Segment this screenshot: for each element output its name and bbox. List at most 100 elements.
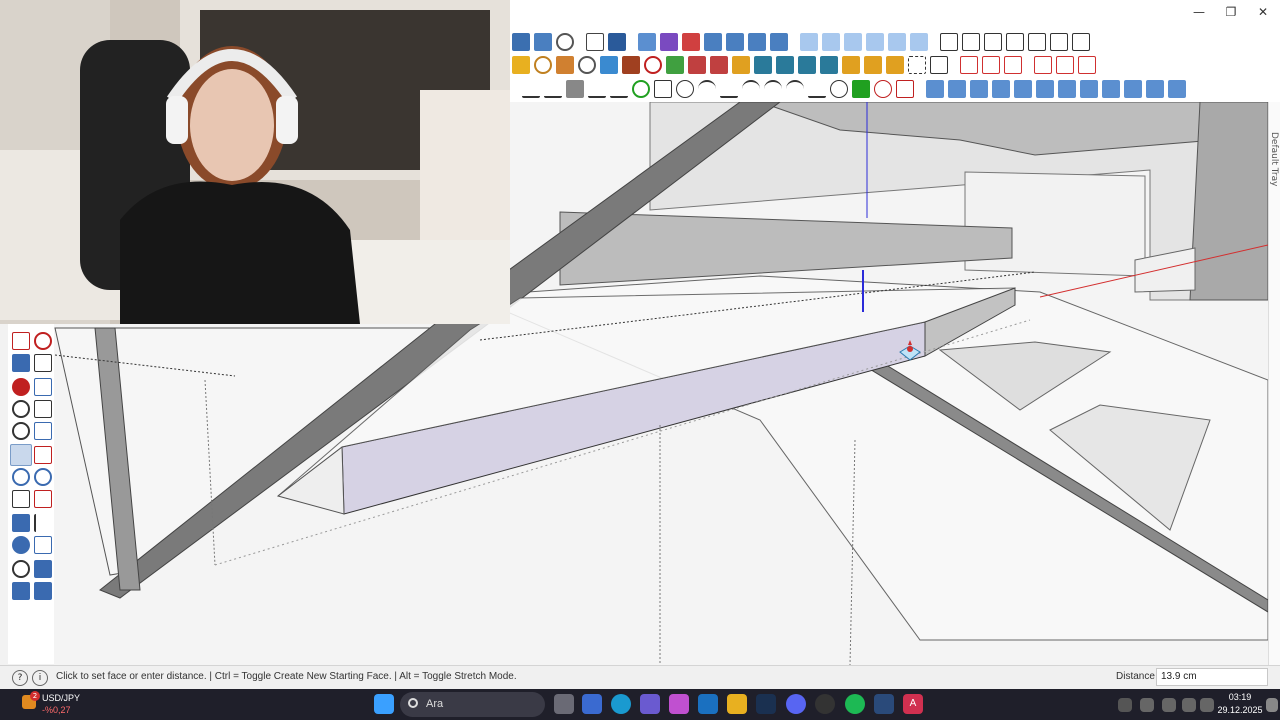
zoom-tool-icon[interactable] (12, 468, 30, 486)
intersect-icon-1[interactable] (960, 56, 978, 74)
position-camera-icon[interactable] (12, 514, 30, 532)
view-front-icon[interactable] (770, 33, 788, 51)
cube-icon-8[interactable] (1080, 80, 1098, 98)
walk-tool-icon[interactable] (34, 514, 52, 532)
styles-icon[interactable] (12, 560, 30, 578)
help-icon[interactable]: ? (12, 670, 28, 686)
circle-arc-icon[interactable] (908, 56, 926, 74)
default-tray[interactable]: Default Tray (1268, 102, 1280, 665)
measurement-input[interactable]: 13.9 cm (1156, 668, 1268, 686)
line-icon-2[interactable] (1056, 56, 1074, 74)
array-icon[interactable] (754, 56, 772, 74)
bezier-icon-1[interactable] (588, 80, 606, 98)
group-icon-1[interactable] (800, 33, 818, 51)
sandbox-icon-1[interactable] (34, 560, 52, 578)
rotate-icon[interactable] (578, 56, 596, 74)
offset-tool-icon[interactable] (12, 422, 30, 440)
cube-icon-2[interactable] (948, 80, 966, 98)
paint-bucket-icon[interactable] (638, 33, 656, 51)
file-explorer-icon[interactable] (727, 694, 747, 714)
arc-icon-4[interactable] (786, 80, 804, 98)
spotify-icon[interactable] (845, 694, 865, 714)
rectangle-icon[interactable] (654, 80, 672, 98)
previous-view-icon[interactable] (34, 490, 52, 508)
scale-tool-icon[interactable] (34, 400, 52, 418)
eraser-tool-icon[interactable] (34, 332, 52, 350)
restore-button[interactable]: ❐ (1216, 0, 1246, 24)
section-plane-icon[interactable] (34, 536, 52, 554)
window-icon[interactable] (1028, 33, 1046, 51)
minimize-button[interactable]: — (1184, 0, 1214, 24)
zoom-window-icon[interactable] (34, 468, 52, 486)
cube-icon-11[interactable] (1146, 80, 1164, 98)
zoom-extents-icon[interactable] (12, 490, 30, 508)
look-around-icon[interactable] (12, 536, 30, 554)
component-icon[interactable] (688, 56, 706, 74)
freehand-icon[interactable] (566, 80, 584, 98)
model-info-icon[interactable] (534, 33, 552, 51)
tile-icon-2[interactable] (864, 56, 882, 74)
group-icon-4[interactable] (866, 33, 884, 51)
layers-icon[interactable] (12, 582, 30, 600)
cube-icon-12[interactable] (1168, 80, 1186, 98)
arc-tool-icon[interactable] (534, 56, 552, 74)
move-tool-icon[interactable] (34, 378, 52, 396)
user-icon[interactable] (608, 33, 626, 51)
key-icon[interactable] (852, 80, 870, 98)
lasso-icon[interactable] (874, 80, 892, 98)
redo-icon[interactable] (666, 56, 684, 74)
app-icon-a[interactable]: A (903, 694, 923, 714)
cube-icon-4[interactable] (992, 80, 1010, 98)
cube-icon-1[interactable] (926, 80, 944, 98)
tape-tool-icon[interactable] (34, 422, 52, 440)
arc-icon-1[interactable] (698, 80, 716, 98)
settings-icon[interactable] (556, 33, 574, 51)
cube-icon-9[interactable] (1102, 80, 1120, 98)
position-icon[interactable] (682, 33, 700, 51)
circle-icon[interactable] (676, 80, 694, 98)
steam-icon[interactable] (756, 694, 776, 714)
select-icon[interactable] (660, 33, 678, 51)
layer-tool-icon[interactable] (512, 33, 530, 51)
rotate-tool-icon[interactable] (12, 400, 30, 418)
cube-icon-6[interactable] (1036, 80, 1054, 98)
pin-icon[interactable] (896, 80, 914, 98)
grid-icon-1[interactable] (776, 56, 794, 74)
sandbox-icon-2[interactable] (34, 582, 52, 600)
volume-icon[interactable] (1200, 698, 1214, 712)
cube-icon-10[interactable] (1124, 80, 1142, 98)
follow-me-icon[interactable] (556, 56, 574, 74)
pushpull-active-icon[interactable] (10, 444, 32, 466)
grid-icon-2[interactable] (798, 56, 816, 74)
outlook-icon[interactable] (698, 694, 718, 714)
pushpull-tool-icon[interactable] (12, 378, 30, 396)
notifications-icon[interactable] (1266, 698, 1278, 712)
line-icon-1[interactable] (1034, 56, 1052, 74)
expand-icon[interactable] (930, 56, 948, 74)
obs-icon[interactable] (815, 694, 835, 714)
group-icon-3[interactable] (844, 33, 862, 51)
undo-icon[interactable] (644, 56, 662, 74)
tile-icon-1[interactable] (842, 56, 860, 74)
move-icon[interactable] (600, 56, 618, 74)
intersect-icon-3[interactable] (1004, 56, 1022, 74)
roof-icon[interactable] (1050, 33, 1068, 51)
line-icon-3[interactable] (1078, 56, 1096, 74)
cube-icon-7[interactable] (1058, 80, 1076, 98)
cube-icon-3[interactable] (970, 80, 988, 98)
copilot-icon[interactable] (669, 694, 689, 714)
group-icon-6[interactable] (910, 33, 928, 51)
section-icon[interactable] (704, 33, 722, 51)
zigzag-icon[interactable] (808, 80, 826, 98)
wall-icon[interactable] (962, 33, 980, 51)
grid-icon-3[interactable] (820, 56, 838, 74)
tray-overflow-icon[interactable] (1118, 698, 1132, 712)
start-button[interactable] (374, 694, 394, 714)
sketchup-icon[interactable] (874, 694, 894, 714)
group-icon-5[interactable] (888, 33, 906, 51)
arc-icon-2[interactable] (742, 80, 760, 98)
frame-icon[interactable] (1072, 33, 1090, 51)
house-icon[interactable] (984, 33, 1002, 51)
sync-icon[interactable] (1140, 698, 1154, 712)
new-file-icon[interactable] (586, 33, 604, 51)
